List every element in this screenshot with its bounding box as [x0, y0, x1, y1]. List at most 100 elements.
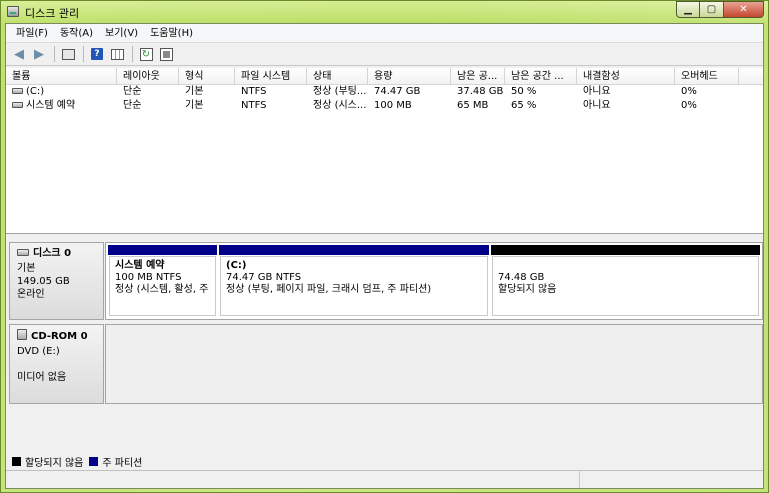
list-view-icon [110, 48, 124, 60]
properties-icon [159, 47, 173, 61]
disk-0-kind: 기본 [17, 263, 36, 274]
column-free-percent[interactable]: 남은 공간 ... [505, 68, 577, 85]
column-type[interactable]: 형식 [179, 68, 235, 85]
legend-swatch-primary [89, 456, 99, 466]
disk-0-label[interactable]: 디스크 0 기본 149.05 GB 온라인 [9, 242, 104, 320]
column-capacity[interactable]: 용량 [368, 68, 451, 85]
hard-disk-icon [17, 249, 29, 256]
forward-arrow-icon[interactable]: ▶ [30, 45, 48, 63]
menu-file[interactable]: 파일(F) [10, 24, 54, 43]
primary-partition-bar [108, 245, 217, 255]
toolbar-separator [83, 46, 84, 62]
maximize-button[interactable]: ▢ [700, 1, 724, 18]
legend-label-unallocated: 할당되지 않음 [25, 457, 84, 469]
column-layout[interactable]: 레이아웃 [117, 68, 179, 85]
partition-unallocated[interactable]: 74.48 GB 할당되지 않음 [491, 245, 760, 317]
window-controls: ▁ ▢ ✕ [676, 1, 764, 18]
disk-0-size: 149.05 GB [17, 276, 70, 287]
unallocated-bar [491, 245, 760, 255]
column-overhead[interactable]: 오버헤드 [675, 68, 739, 85]
free-cell: 65 MB [457, 100, 489, 111]
cdrom-drive-icon [17, 329, 27, 340]
disk-0-state: 온라인 [17, 289, 45, 300]
toolbar-separator [54, 46, 55, 62]
close-button[interactable]: ✕ [724, 1, 764, 18]
layout-cell: 단순 [123, 100, 142, 111]
volume-name-cell: 시스템 예약 [6, 99, 117, 113]
toolbar: ◀ ▶ ? ↻ [6, 43, 763, 66]
view-list-button[interactable] [108, 45, 126, 63]
free-percent-cell: 65 % [511, 100, 537, 111]
cdrom-0-state: 미디어 없음 [17, 372, 67, 383]
status-cell: 정상 (시스... [313, 100, 367, 111]
legend-label-primary: 주 파티션 [102, 457, 143, 469]
cdrom-0-kind: DVD (E:) [17, 346, 60, 357]
layout-cell: 단순 [123, 86, 142, 97]
table-row[interactable]: 시스템 예약 단순 기본 NTFS 정상 (시스... 100 MB 65 MB… [6, 99, 763, 113]
cdrom-0-media-area[interactable] [105, 324, 763, 404]
partition-system-reserved[interactable]: 시스템 예약 100 MB NTFS 정상 (시스템, 활성, 주 [108, 245, 217, 317]
overhead-cell: 0% [681, 86, 697, 97]
cdrom-0-size [17, 358, 103, 371]
status-segment [580, 471, 763, 488]
cdrom-0-name: CD-ROM 0 [17, 329, 103, 343]
free-cell: 37.48 GB [457, 86, 504, 97]
partition-info: 74.48 GB 할당되지 않음 [492, 256, 759, 316]
toolbar-separator [132, 46, 133, 62]
disk-management-window: 디스크 관리 ▁ ▢ ✕ 파일(F) 동작(A) 보기(V) 도움말(H) ◀ … [0, 0, 769, 493]
status-segment [6, 471, 580, 488]
partition-info: 시스템 예약 100 MB NTFS 정상 (시스템, 활성, 주 [109, 256, 216, 316]
type-cell: 기본 [185, 100, 204, 111]
title-bar[interactable]: 디스크 관리 ▁ ▢ ✕ [1, 1, 768, 23]
volume-list-header: 볼륨 레이아웃 형식 파일 시스템 상태 용량 남은 공... 남은 공간 ..… [6, 68, 763, 85]
table-row[interactable]: (C:) 단순 기본 NTFS 정상 (부팅... 74.47 GB 37.48… [6, 85, 763, 99]
capacity-cell: 74.47 GB [374, 86, 421, 97]
fault-tolerance-cell: 아니요 [583, 100, 611, 111]
menu-view[interactable]: 보기(V) [99, 24, 144, 43]
primary-partition-bar [219, 245, 489, 255]
column-volume[interactable]: 볼륨 [6, 68, 117, 85]
minimize-button[interactable]: ▁ [676, 1, 700, 18]
type-cell: 기본 [185, 86, 204, 97]
console-tree-button[interactable] [59, 45, 77, 63]
drive-icon [12, 102, 23, 108]
disk-graphical-view: 디스크 0 기본 149.05 GB 온라인 시스템 예약 100 MB NTF… [6, 236, 763, 452]
partition-c-drive[interactable]: (C:) 74.47 GB NTFS 정상 (부팅, 페이지 파일, 크래시 덤… [219, 245, 489, 317]
refresh-button[interactable]: ↻ [137, 45, 155, 63]
client-area: 파일(F) 동작(A) 보기(V) 도움말(H) ◀ ▶ ? ↻ 볼륨 레이아웃… [5, 23, 764, 489]
back-arrow-icon[interactable]: ◀ [10, 45, 28, 63]
refresh-icon: ↻ [139, 47, 153, 61]
status-cell: 정상 (부팅... [313, 86, 367, 97]
help-icon: ? [91, 48, 103, 60]
partition-info: (C:) 74.47 GB NTFS 정상 (부팅, 페이지 파일, 크래시 덤… [220, 256, 488, 316]
volume-name-cell: (C:) [6, 85, 117, 99]
cdrom-0-row: CD-ROM 0 DVD (E:) 미디어 없음 [9, 324, 763, 404]
legend: 할당되지 않음 주 파티션 [12, 454, 148, 469]
menu-action[interactable]: 동작(A) [54, 24, 99, 43]
drive-icon [12, 88, 23, 94]
fault-tolerance-cell: 아니요 [583, 86, 611, 97]
volume-list: 볼륨 레이아웃 형식 파일 시스템 상태 용량 남은 공... 남은 공간 ..… [6, 68, 763, 234]
status-bar [6, 470, 763, 488]
free-percent-cell: 50 % [511, 86, 537, 97]
menu-bar: 파일(F) 동작(A) 보기(V) 도움말(H) [6, 24, 763, 43]
disk-0-name: 디스크 0 [17, 247, 103, 260]
menu-help[interactable]: 도움말(H) [144, 24, 199, 43]
fs-cell: NTFS [241, 100, 267, 111]
column-fault-tolerance[interactable]: 내결함성 [577, 68, 675, 85]
legend-swatch-unallocated [12, 456, 21, 466]
properties-button[interactable] [157, 45, 175, 63]
disk-0-row: 디스크 0 기본 149.05 GB 온라인 시스템 예약 100 MB NTF… [9, 242, 763, 320]
column-file-system[interactable]: 파일 시스템 [235, 68, 307, 85]
console-tree-icon [61, 48, 75, 60]
window-title: 디스크 관리 [25, 7, 80, 20]
column-status[interactable]: 상태 [307, 68, 368, 85]
disk-0-partitions: 시스템 예약 100 MB NTFS 정상 (시스템, 활성, 주 (C:) 7… [105, 242, 763, 320]
disk-management-app-icon [7, 6, 19, 17]
column-free-space[interactable]: 남은 공... [451, 68, 505, 85]
overhead-cell: 0% [681, 100, 697, 111]
cdrom-0-label[interactable]: CD-ROM 0 DVD (E:) 미디어 없음 [9, 324, 104, 404]
capacity-cell: 100 MB [374, 100, 412, 111]
fs-cell: NTFS [241, 86, 267, 97]
help-button[interactable]: ? [88, 45, 106, 63]
